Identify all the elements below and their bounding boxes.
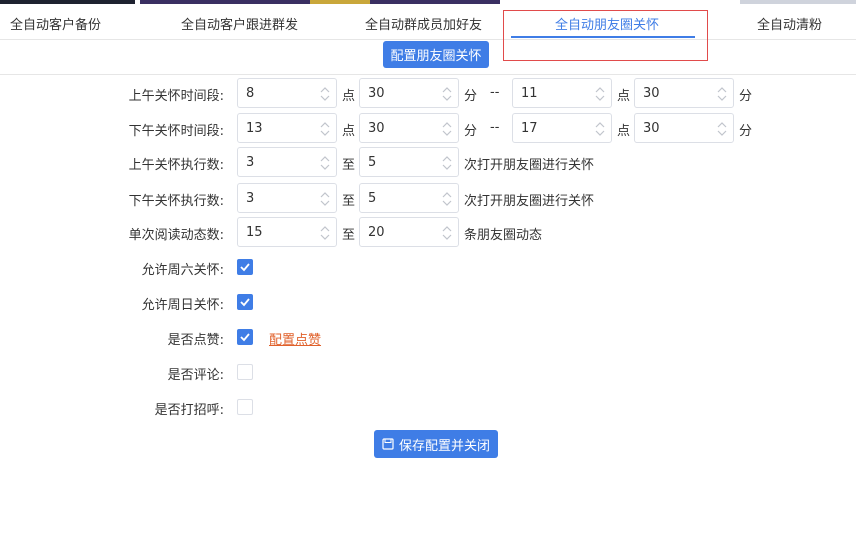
morning-end-min-input[interactable]: 30 xyxy=(634,78,734,108)
tab-customer-backup[interactable]: 全自动客户备份 xyxy=(10,14,101,33)
morning-count-max-input[interactable]: 5 xyxy=(359,147,459,177)
spinner-icon[interactable] xyxy=(442,120,452,138)
count-suffix: 次打开朋友圈进行关怀 xyxy=(464,194,595,209)
row-allow-sunday: 允许周日关怀: xyxy=(0,287,856,317)
check-icon xyxy=(240,298,250,307)
divider xyxy=(0,74,856,75)
range-separator: -- xyxy=(490,85,500,100)
read-count-max-input[interactable]: 20 xyxy=(359,217,459,247)
like-label: 是否点赞: xyxy=(167,333,224,348)
unit-hour: 点 xyxy=(617,124,631,139)
like-checkbox[interactable] xyxy=(237,329,253,345)
morning-end-hour-input[interactable]: 11 xyxy=(512,78,612,108)
spinner-icon[interactable] xyxy=(595,85,605,103)
unit-min: 分 xyxy=(739,89,753,104)
check-icon xyxy=(240,263,250,272)
afternoon-end-hour-input[interactable]: 17 xyxy=(512,113,612,143)
allow-saturday-checkbox[interactable] xyxy=(237,259,253,275)
save-and-close-button[interactable]: 保存配置并关闭 xyxy=(374,430,498,458)
morning-period-label: 上午关怀时间段: xyxy=(128,89,224,104)
unit-min: 分 xyxy=(739,124,753,139)
spinner-icon[interactable] xyxy=(320,154,330,172)
spinner-icon[interactable] xyxy=(442,224,452,242)
unit-min: 分 xyxy=(464,124,478,139)
morning-count-label: 上午关怀执行数: xyxy=(128,158,224,173)
row-like: 是否点赞: 配置点赞 xyxy=(0,322,856,352)
range-to: 至 xyxy=(342,194,356,209)
spinner-icon[interactable] xyxy=(595,120,605,138)
unit-hour: 点 xyxy=(342,124,356,139)
spinner-icon[interactable] xyxy=(717,120,727,138)
tab-clean-fans[interactable]: 全自动清粉 xyxy=(757,14,822,33)
unit-hour: 点 xyxy=(617,89,631,104)
active-tab-underline xyxy=(511,36,695,38)
comment-checkbox[interactable] xyxy=(237,364,253,380)
count-suffix: 次打开朋友圈进行关怀 xyxy=(464,158,595,173)
unit-min: 分 xyxy=(464,89,478,104)
afternoon-count-min-input[interactable]: 3 xyxy=(237,183,337,213)
config-moments-care-button[interactable]: 配置朋友圈关怀 xyxy=(383,41,489,68)
comment-label: 是否评论: xyxy=(167,368,224,383)
spinner-icon[interactable] xyxy=(717,85,727,103)
read-count-min-input[interactable]: 15 xyxy=(237,217,337,247)
tab-moments-care[interactable]: 全自动朋友圈关怀 xyxy=(555,14,659,33)
row-read-count: 单次阅读动态数: 15 至 20 条朋友圈动态 xyxy=(0,217,856,247)
range-separator: -- xyxy=(490,120,500,135)
tab-group-member-add-friend[interactable]: 全自动群成员加好友 xyxy=(365,14,482,33)
range-to: 至 xyxy=(342,228,356,243)
afternoon-count-label: 下午关怀执行数: xyxy=(128,194,224,209)
morning-start-hour-input[interactable]: 8 xyxy=(237,78,337,108)
config-like-link[interactable]: 配置点赞 xyxy=(269,329,321,348)
spinner-icon[interactable] xyxy=(320,224,330,242)
check-icon xyxy=(240,333,250,342)
afternoon-count-max-input[interactable]: 5 xyxy=(359,183,459,213)
spinner-icon[interactable] xyxy=(320,85,330,103)
morning-count-min-input[interactable]: 3 xyxy=(237,147,337,177)
spinner-icon[interactable] xyxy=(442,85,452,103)
afternoon-end-min-input[interactable]: 30 xyxy=(634,113,734,143)
spinner-icon[interactable] xyxy=(442,154,452,172)
afternoon-start-hour-input[interactable]: 13 xyxy=(237,113,337,143)
unit-hour: 点 xyxy=(342,89,356,104)
range-to: 至 xyxy=(342,158,356,173)
greet-label: 是否打招呼: xyxy=(154,403,224,418)
spinner-icon[interactable] xyxy=(320,120,330,138)
morning-start-min-input[interactable]: 30 xyxy=(359,78,459,108)
afternoon-start-min-input[interactable]: 30 xyxy=(359,113,459,143)
spinner-icon[interactable] xyxy=(442,190,452,208)
spinner-icon[interactable] xyxy=(320,190,330,208)
row-comment: 是否评论: xyxy=(0,357,856,387)
allow-sunday-label: 允许周日关怀: xyxy=(141,298,224,313)
read-suffix: 条朋友圈动态 xyxy=(464,228,543,243)
allow-sunday-checkbox[interactable] xyxy=(237,294,253,310)
tab-customer-followup-broadcast[interactable]: 全自动客户跟进群发 xyxy=(181,14,298,33)
read-count-label: 单次阅读动态数: xyxy=(128,228,224,243)
row-greet: 是否打招呼: xyxy=(0,392,856,422)
greet-checkbox[interactable] xyxy=(237,399,253,415)
row-morning-count: 上午关怀执行数: 3 至 5 次打开朋友圈进行关怀 xyxy=(0,147,856,177)
row-afternoon-count: 下午关怀执行数: 3 至 5 次打开朋友圈进行关怀 xyxy=(0,183,856,213)
save-icon xyxy=(382,438,394,450)
tab-bar: 全自动客户备份 全自动客户跟进群发 全自动群成员加好友 全自动朋友圈关怀 全自动… xyxy=(0,4,856,40)
afternoon-period-label: 下午关怀时间段: xyxy=(128,124,224,139)
row-afternoon-period: 下午关怀时间段: 13 点 30 分 -- 17 点 30 分 xyxy=(0,113,856,143)
save-button-label: 保存配置并关闭 xyxy=(398,438,490,454)
row-morning-period: 上午关怀时间段: 8 点 30 分 -- 11 点 30 分 xyxy=(0,78,856,108)
row-allow-saturday: 允许周六关怀: xyxy=(0,252,856,282)
allow-saturday-label: 允许周六关怀: xyxy=(141,263,224,278)
